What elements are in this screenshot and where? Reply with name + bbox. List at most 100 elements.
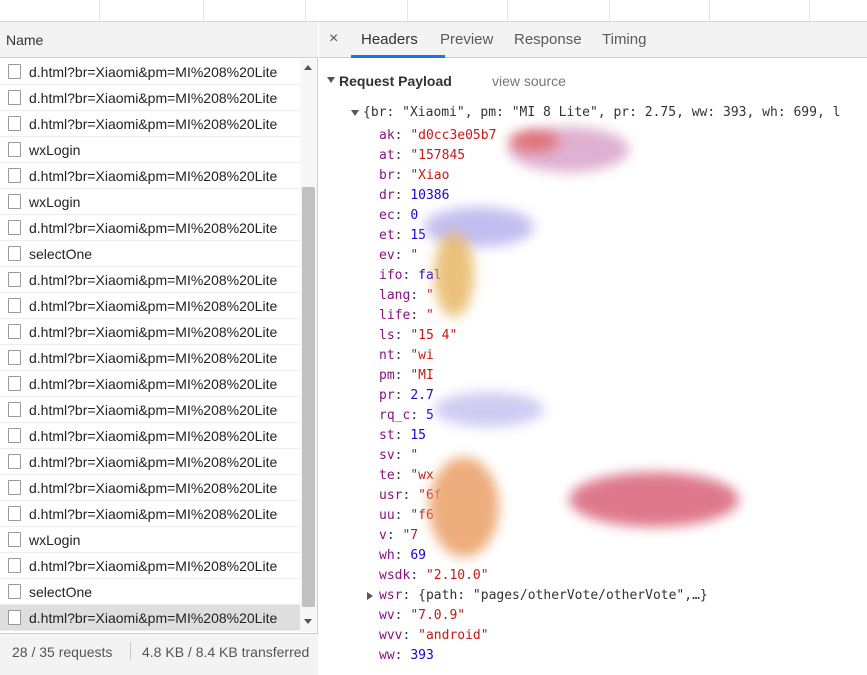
request-row[interactable]: selectOne [0, 579, 300, 605]
request-row[interactable]: d.html?br=Xiaomi&pm=MI%208%20Lite [0, 397, 300, 423]
scroll-up-arrow-icon[interactable] [304, 65, 312, 70]
property-key: st [379, 428, 395, 443]
payload-property-ec: ec: 0 [379, 208, 418, 228]
request-row[interactable]: d.html?br=Xiaomi&pm=MI%208%20Lite [0, 111, 300, 137]
property-colon: : [394, 548, 411, 563]
property-key: ec [379, 208, 395, 223]
request-row[interactable]: d.html?br=Xiaomi&pm=MI%208%20Lite [0, 553, 300, 579]
request-list-scrollbar[interactable] [300, 59, 317, 632]
request-row[interactable]: d.html?br=Xiaomi&pm=MI%208%20Lite [0, 345, 300, 371]
payload-property-ev: ev: " [379, 248, 418, 268]
request-row[interactable]: d.html?br=Xiaomi&pm=MI%208%20Lite [0, 501, 300, 527]
property-key: usr [379, 488, 403, 503]
document-icon [8, 506, 21, 521]
property-key: pr [379, 388, 395, 403]
document-icon [8, 168, 21, 183]
object-summary-text: {br: "Xiaomi", pm: "MI 8 Lite", pr: 2.75… [363, 105, 841, 120]
name-column-header[interactable]: Name [0, 22, 318, 58]
property-colon: : [394, 468, 411, 483]
request-row[interactable]: wxLogin [0, 189, 300, 215]
top-strip-segment [408, 0, 508, 21]
property-key: life [379, 308, 411, 323]
request-name: d.html?br=Xiaomi&pm=MI%208%20Lite [29, 272, 278, 288]
payload-property-wv: wv: "7.0.9" [379, 608, 465, 628]
request-row[interactable]: selectOne [0, 241, 300, 267]
request-row[interactable]: d.html?br=Xiaomi&pm=MI%208%20Lite [0, 371, 300, 397]
request-row[interactable]: d.html?br=Xiaomi&pm=MI%208%20Lite [0, 293, 300, 319]
tab-preview[interactable]: Preview [440, 31, 493, 48]
request-name: d.html?br=Xiaomi&pm=MI%208%20Lite [29, 220, 278, 236]
tab-headers[interactable]: Headers [361, 31, 418, 48]
request-count: 28 / 35 requests [12, 644, 113, 660]
document-icon [8, 610, 21, 625]
property-colon: : [394, 368, 411, 383]
document-icon [8, 480, 21, 495]
property-colon: : [394, 648, 411, 663]
expand-triangle-icon[interactable] [351, 110, 359, 116]
property-colon: : [410, 408, 426, 423]
property-colon: : [386, 528, 403, 543]
payload-property-sv: sv: " [379, 448, 418, 468]
request-row[interactable]: d.html?br=Xiaomi&pm=MI%208%20Lite [0, 319, 300, 345]
property-key: ls [379, 328, 395, 343]
request-name: d.html?br=Xiaomi&pm=MI%208%20Lite [29, 558, 278, 574]
payload-property-wsr[interactable]: wsr: {path: "pages/otherVote/otherVote",… [367, 588, 708, 608]
view-source-link[interactable]: view source [492, 73, 566, 89]
request-details-pane: × Headers Preview Response Timing Reques… [319, 22, 867, 675]
request-row[interactable]: d.html?br=Xiaomi&pm=MI%208%20Lite [0, 163, 300, 189]
property-key: ifo [379, 268, 403, 283]
request-row[interactable]: d.html?br=Xiaomi&pm=MI%208%20Lite [0, 85, 300, 111]
request-row[interactable]: d.html?br=Xiaomi&pm=MI%208%20Lite [0, 267, 300, 293]
payload-property-ls: ls: "15 4" [379, 328, 457, 348]
document-icon [8, 142, 21, 157]
tab-response[interactable]: Response [514, 31, 582, 48]
payload-property-st: st: 15 [379, 428, 426, 448]
document-icon [8, 558, 21, 573]
payload-property-at: at: "157845 [379, 148, 465, 168]
section-title: Request Payload [339, 73, 452, 89]
property-colon: : [402, 628, 419, 643]
request-name: d.html?br=Xiaomi&pm=MI%208%20Lite [29, 64, 278, 80]
details-tabbar: × Headers Preview Response Timing [319, 22, 867, 58]
request-name: d.html?br=Xiaomi&pm=MI%208%20Lite [29, 480, 278, 496]
top-strip-segment [710, 0, 810, 21]
request-row[interactable]: d.html?br=Xiaomi&pm=MI%208%20Lite [0, 423, 300, 449]
tab-timing[interactable]: Timing [602, 31, 646, 48]
document-icon [8, 428, 21, 443]
request-row[interactable]: d.html?br=Xiaomi&pm=MI%208%20Lite [0, 475, 300, 501]
request-name: d.html?br=Xiaomi&pm=MI%208%20Lite [29, 298, 278, 314]
payload-property-life: life: " [379, 308, 434, 328]
top-strip-segment [508, 0, 610, 21]
request-row[interactable]: wxLogin [0, 527, 300, 553]
scrollbar-thumb[interactable] [302, 187, 315, 607]
document-icon [8, 272, 21, 287]
payload-property-te: te: "wx [379, 468, 434, 488]
request-row[interactable]: d.html?br=Xiaomi&pm=MI%208%20Lite [0, 215, 300, 241]
property-key: te [379, 468, 395, 483]
redaction-smudge [429, 457, 499, 557]
document-icon [8, 376, 21, 391]
property-value: "157845 [410, 148, 466, 163]
property-colon: : [410, 568, 426, 583]
request-name: d.html?br=Xiaomi&pm=MI%208%20Lite [29, 506, 278, 522]
top-strip [0, 0, 867, 22]
request-payload-section-header[interactable]: Request Payload view source [319, 70, 867, 94]
property-key: lang [379, 288, 411, 303]
request-row[interactable]: d.html?br=Xiaomi&pm=MI%208%20Lite [0, 59, 300, 85]
payload-property-nt: nt: "wi [379, 348, 434, 368]
payload-property-dr: dr: 10386 [379, 188, 449, 208]
property-colon: : [394, 188, 411, 203]
property-colon: : [394, 228, 411, 243]
collapse-triangle-icon[interactable] [327, 77, 335, 83]
property-value: "wx [410, 468, 434, 483]
request-row[interactable]: d.html?br=Xiaomi&pm=MI%208%20Lite [0, 449, 300, 475]
scroll-down-arrow-icon[interactable] [304, 619, 312, 624]
request-row[interactable]: d.html?br=Xiaomi&pm=MI%208%20Lite [0, 605, 300, 631]
property-key: rq_c [379, 408, 411, 423]
request-name: d.html?br=Xiaomi&pm=MI%208%20Lite [29, 116, 278, 132]
transfer-size: 4.8 KB / 8.4 KB transferred [142, 644, 310, 660]
expand-triangle-icon[interactable] [367, 592, 373, 600]
close-icon[interactable]: × [329, 30, 338, 48]
request-row[interactable]: wxLogin [0, 137, 300, 163]
property-colon: : [394, 608, 411, 623]
